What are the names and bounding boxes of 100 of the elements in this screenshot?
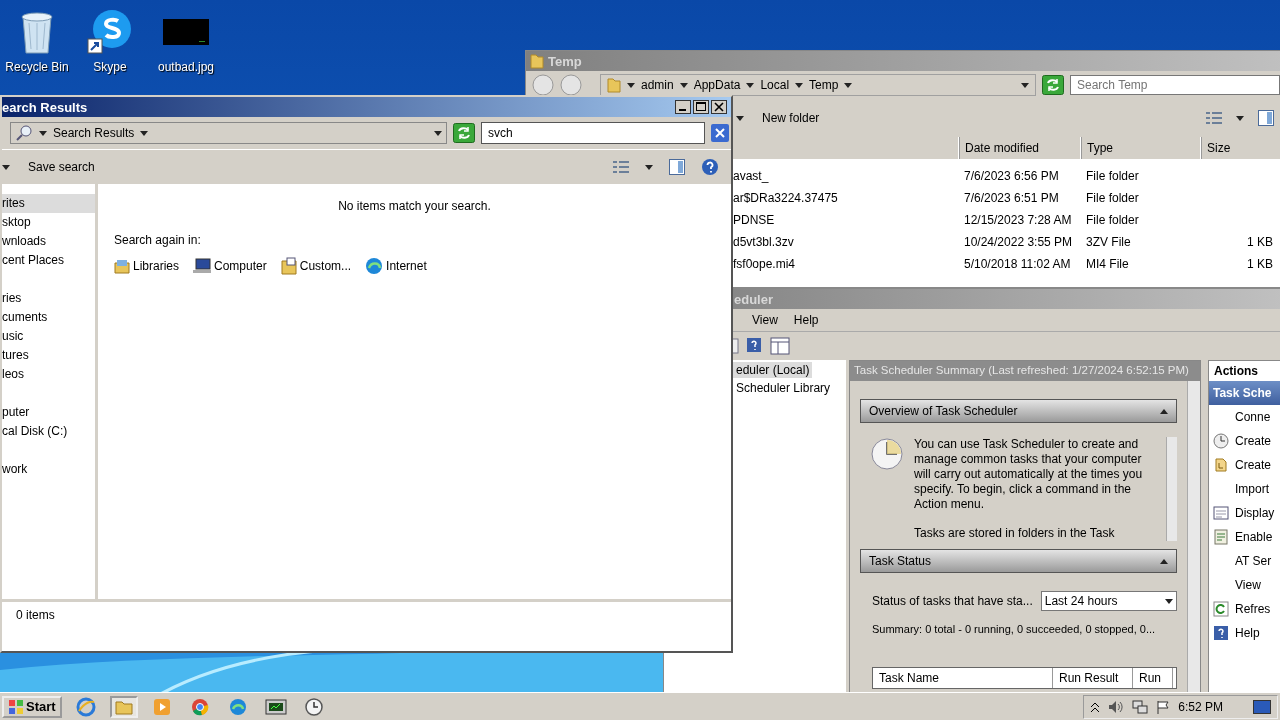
action-item[interactable]: Import (1209, 477, 1280, 501)
date-cell-text: 12/15/2023 7:28 AM (963, 213, 1073, 227)
action-item[interactable]: View (1209, 573, 1280, 597)
caret-icon[interactable] (736, 115, 744, 121)
clock-text[interactable]: 6:52 PM (1178, 699, 1223, 714)
search-location-button[interactable]: Internet (365, 257, 427, 275)
nav-item[interactable]: cuments (2, 308, 95, 327)
start-button[interactable]: Start (2, 695, 62, 718)
action-item[interactable]: Conne (1209, 405, 1280, 429)
address-bar[interactable]: admin AppData Local Temp (600, 74, 1036, 96)
nav-item[interactable]: tures (2, 346, 95, 365)
help-icon[interactable] (701, 158, 719, 176)
address-bar[interactable]: Search Results (10, 122, 447, 144)
section-title: Task Status (869, 554, 932, 568)
tree-item[interactable]: eduler (Local) (733, 362, 813, 378)
search-location-button[interactable]: Libraries (114, 257, 180, 275)
volume-icon[interactable] (1108, 699, 1125, 714)
preview-pane-icon[interactable] (669, 159, 685, 175)
action-item[interactable]: Help (1209, 621, 1280, 645)
search-field[interactable]: Search Temp (1070, 75, 1280, 95)
toolbar-button[interactable]: Save search (28, 160, 95, 174)
tree-item[interactable]: Scheduler Library (733, 380, 834, 396)
show-hidden-icon[interactable] (1090, 700, 1101, 713)
network-icon[interactable] (1132, 699, 1149, 714)
date-cell-text: 7/6/2023 6:51 PM (963, 191, 1060, 205)
caret-icon[interactable] (627, 82, 635, 88)
caret-icon[interactable] (844, 82, 853, 88)
nav-item[interactable]: cal Disk (C:) (2, 422, 95, 441)
close-button[interactable] (711, 100, 727, 114)
file-name[interactable]: fsf0ope.mi4 (733, 257, 959, 271)
clear-search-button[interactable] (711, 124, 729, 142)
search-location-button[interactable]: Custom... (280, 257, 352, 275)
caret-icon[interactable] (679, 82, 688, 88)
nav-item[interactable]: sktop (2, 213, 95, 232)
period-dropdown[interactable]: Last 24 hours (1040, 591, 1177, 611)
section-header[interactable]: Task Status (860, 549, 1177, 573)
action-label: Import (1235, 482, 1269, 496)
refresh-icon[interactable] (1042, 75, 1064, 95)
nav-item[interactable]: work (2, 460, 95, 479)
dropdown-icon[interactable] (1165, 598, 1173, 604)
show-desktop-button[interactable] (1253, 699, 1271, 714)
refresh-icon[interactable] (453, 123, 475, 143)
nav-item[interactable]: cent Places (2, 251, 95, 270)
dropdown-icon[interactable] (1021, 82, 1029, 88)
toolbar-button[interactable]: New folder (762, 111, 820, 125)
action-item[interactable]: Refres (1209, 597, 1280, 621)
file-name[interactable]: ar$DRa3224.37475 (733, 191, 959, 205)
caret-icon[interactable] (645, 164, 653, 170)
type-cell-text: MI4 File (1085, 257, 1130, 271)
column-header[interactable]: Task Name (873, 668, 1053, 688)
desktop-icon-label[interactable]: outbad.jpg (157, 60, 215, 74)
actions-group-header[interactable]: Task Sche (1209, 381, 1280, 405)
column-header[interactable]: Run Result (1053, 668, 1133, 688)
nav-item[interactable]: wnloads (2, 232, 95, 251)
view-list-icon[interactable] (1206, 111, 1222, 125)
column-header[interactable]: Run (1133, 668, 1173, 688)
view-list-icon[interactable] (613, 160, 629, 174)
preview-pane-icon[interactable] (1258, 110, 1274, 126)
caret-icon[interactable] (795, 82, 804, 88)
search-field[interactable]: svch (481, 122, 705, 144)
nav-item[interactable]: leos (2, 365, 95, 384)
breadcrumb-item[interactable]: Temp (809, 78, 839, 92)
caret-icon[interactable] (2, 164, 10, 170)
section-header[interactable]: Overview of Task Scheduler (860, 399, 1177, 423)
chrome-icon (189, 696, 210, 717)
file-name[interactable]: PDNSE (733, 213, 959, 227)
caret-icon[interactable] (140, 130, 149, 136)
nav-item[interactable]: rites (2, 194, 95, 213)
action-item[interactable]: Enable (1209, 525, 1280, 549)
action-item[interactable]: Create (1209, 453, 1280, 477)
caret-icon[interactable] (1236, 115, 1244, 121)
dropdown-icon[interactable] (434, 130, 442, 136)
search-location-button[interactable]: Computer (193, 257, 267, 275)
flag-icon[interactable] (1156, 699, 1171, 714)
action-item[interactable]: Create (1209, 429, 1280, 453)
breadcrumb-item[interactable]: AppData (693, 78, 741, 92)
caret-icon[interactable] (746, 82, 755, 88)
nav-item[interactable]: ries (2, 289, 95, 308)
caret-icon[interactable] (39, 130, 47, 136)
desktop-icon-label[interactable]: Skype (93, 60, 127, 74)
action-item[interactable]: AT Ser (1209, 549, 1280, 573)
desktop-icon-label[interactable]: Recycle Bin (5, 60, 69, 74)
menu-item[interactable]: View (752, 313, 778, 327)
action-item[interactable]: Display (1209, 501, 1280, 525)
menu-item[interactable]: Help (793, 313, 819, 327)
maximize-button[interactable] (693, 100, 709, 114)
nav-item[interactable]: puter (2, 403, 95, 422)
file-name[interactable]: avast_ (733, 169, 959, 183)
collapse-icon[interactable] (1160, 558, 1168, 564)
breadcrumb-item[interactable]: Local (760, 78, 790, 92)
collapse-icon[interactable] (1160, 408, 1168, 414)
help-icon[interactable] (746, 337, 764, 355)
scrollbar[interactable] (1187, 381, 1200, 692)
minimize-button[interactable] (675, 100, 691, 114)
file-name[interactable]: d5vt3bl.3zv (733, 235, 959, 249)
breadcrumb-item[interactable]: Search Results (53, 126, 135, 140)
nav-item[interactable]: usic (2, 327, 95, 346)
breadcrumb-item[interactable]: admin (641, 78, 674, 92)
scrollbar[interactable] (1166, 437, 1177, 541)
panel-icon[interactable] (770, 337, 790, 355)
